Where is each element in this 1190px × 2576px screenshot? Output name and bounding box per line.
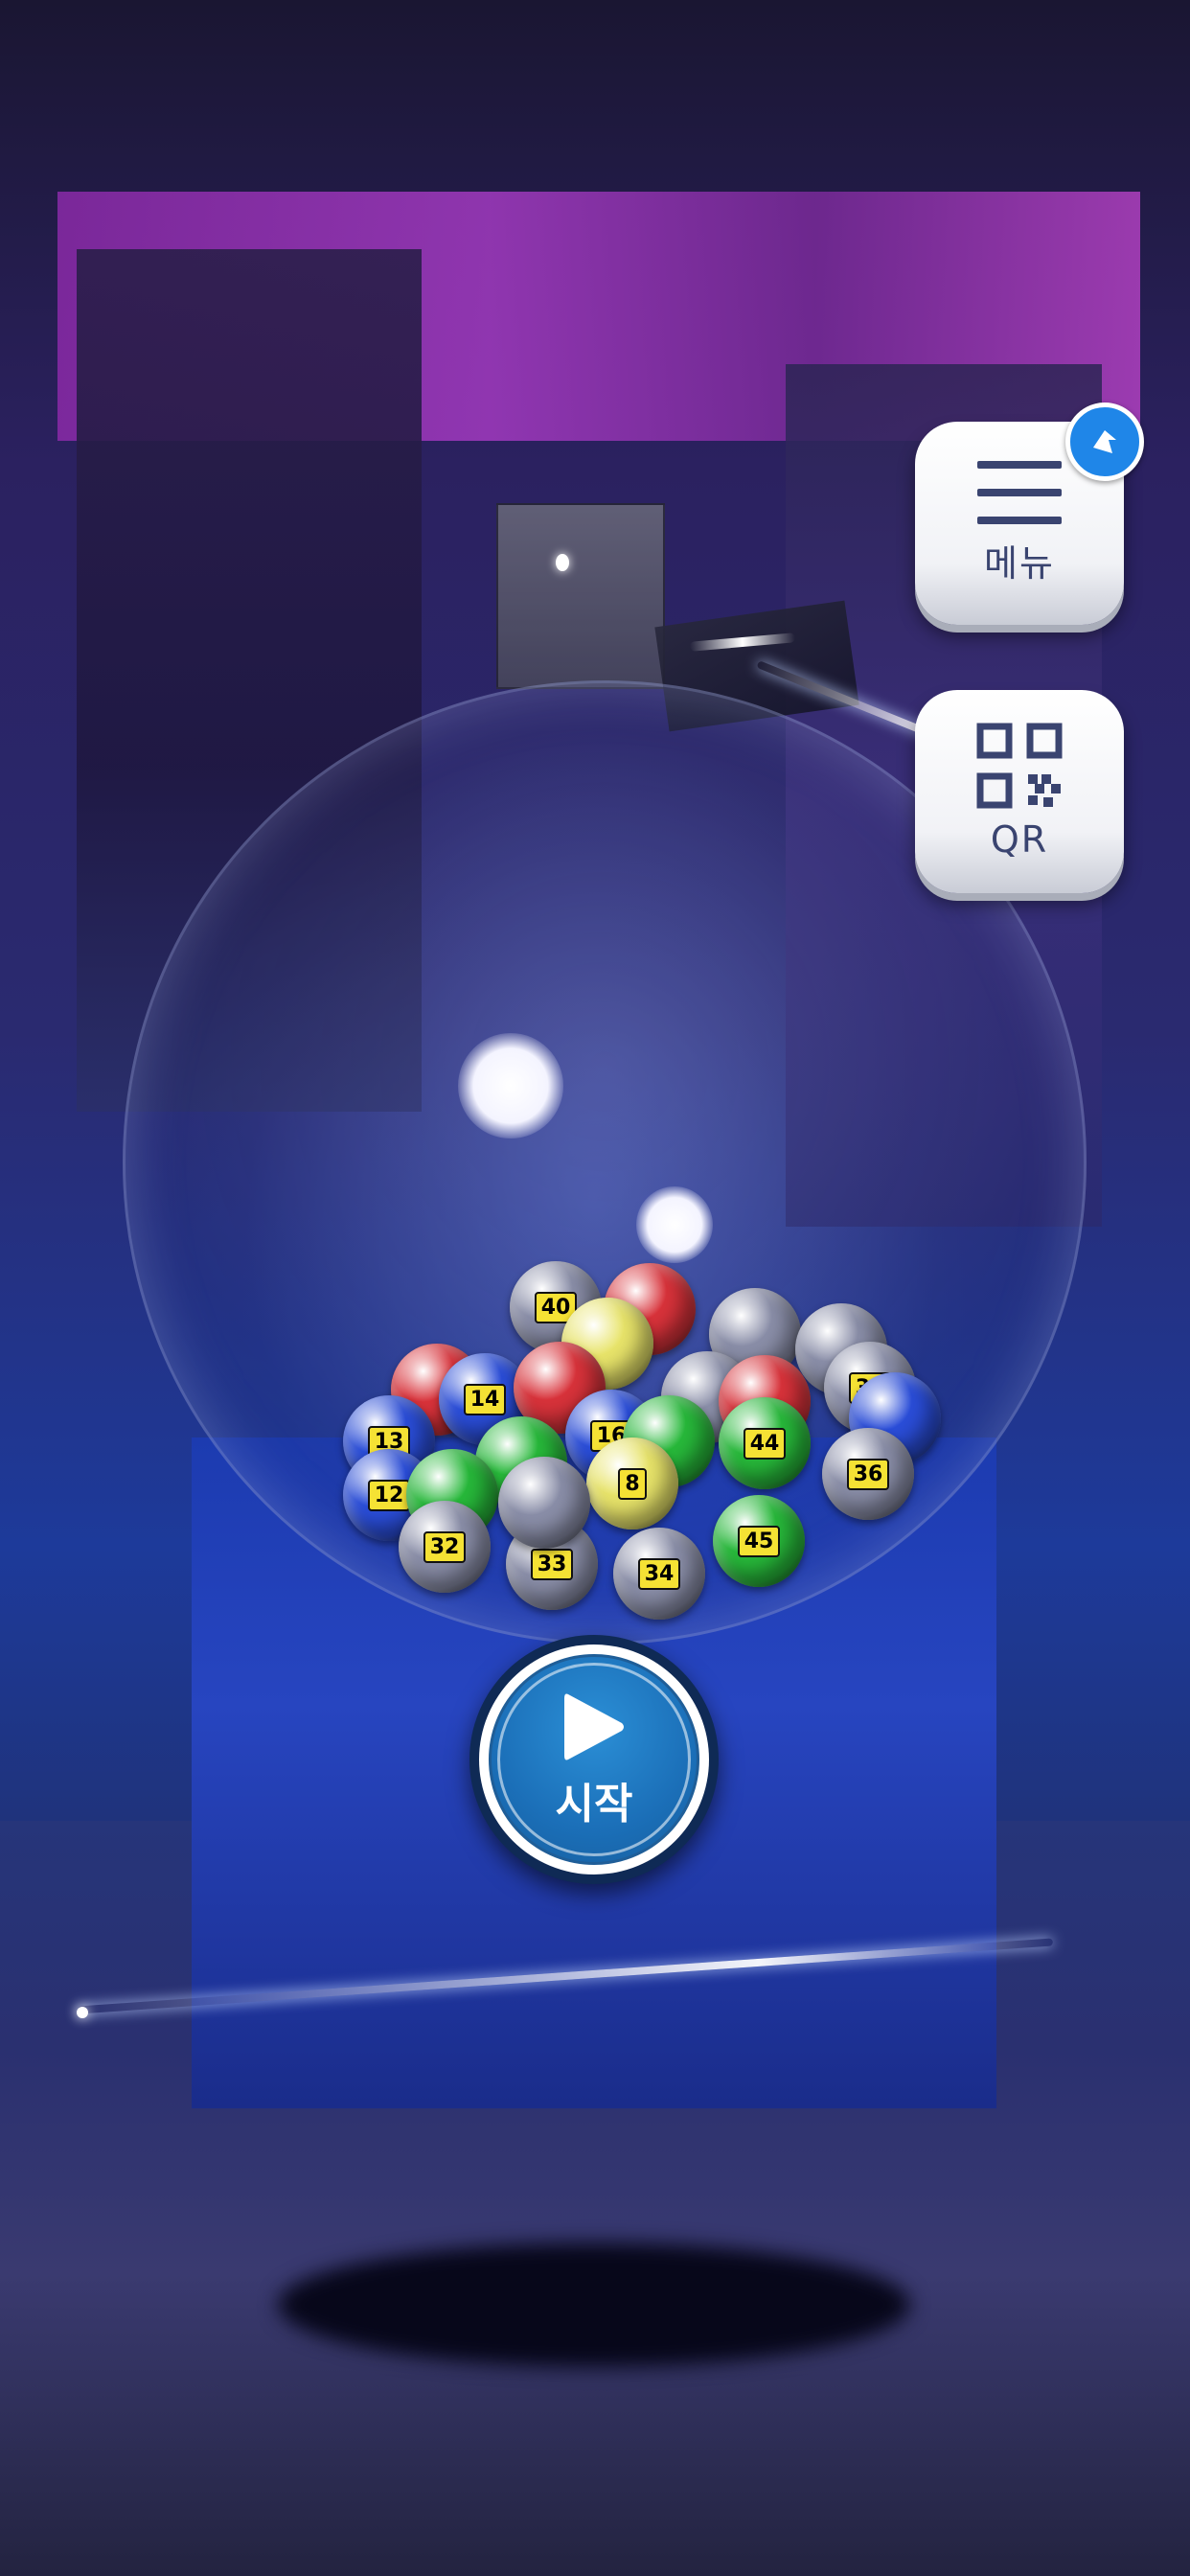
lottery-ball — [498, 1457, 590, 1549]
lottery-ball: 8 — [586, 1438, 678, 1530]
ball-number: 8 — [618, 1467, 647, 1500]
start-button-core: 시작 — [489, 1654, 699, 1865]
lottery-ball: 44 — [719, 1397, 811, 1489]
qr-button[interactable]: QR — [915, 690, 1124, 893]
start-button[interactable]: 시작 — [469, 1635, 719, 1884]
ball-number: 32 — [423, 1530, 467, 1563]
lottery-balls: 4014351316441283632333445 — [0, 0, 1190, 2576]
game-stage: 4014351316441283632333445 메뉴 QR — [0, 0, 1190, 2576]
ball-number: 45 — [737, 1525, 781, 1557]
qr-code-icon — [976, 723, 1063, 809]
ball-number: 33 — [530, 1548, 574, 1580]
lottery-ball: 34 — [613, 1528, 705, 1620]
start-button-ring: 시작 — [479, 1644, 709, 1874]
hamburger-icon — [977, 460, 1062, 524]
notification-badge-icon — [1065, 402, 1144, 481]
lottery-ball: 32 — [399, 1501, 491, 1593]
ball-number: 14 — [463, 1383, 507, 1415]
menu-label: 메뉴 — [984, 541, 1055, 585]
lottery-ball: 36 — [822, 1428, 914, 1520]
qr-label: QR — [990, 818, 1049, 861]
ball-number: 36 — [846, 1458, 890, 1490]
ball-number: 12 — [367, 1479, 411, 1511]
lottery-ball: 45 — [713, 1495, 805, 1587]
ball-number: 34 — [637, 1557, 681, 1590]
start-button-inner-ring — [497, 1663, 691, 1856]
ball-number: 44 — [743, 1427, 787, 1460]
